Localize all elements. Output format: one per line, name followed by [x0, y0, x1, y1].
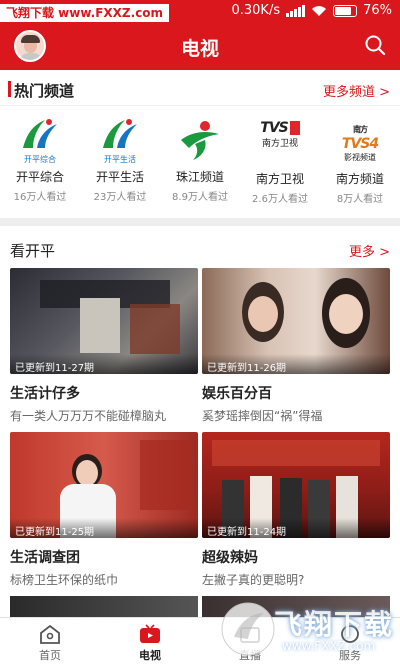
- channel-name: 开平生活: [95, 170, 144, 184]
- watermark-overlay: 飞翔下载 www.FXXZ.com: [210, 597, 400, 663]
- channel-views: 8.9万人看过: [172, 192, 228, 203]
- search-icon[interactable]: [364, 34, 386, 56]
- video-subtitle: 标榜卫生环保的纸巾: [10, 573, 119, 587]
- video-title: 生活调查团: [10, 550, 80, 566]
- channel-list: 开平综合 开平综合 16万人看过 开平生活 开平生活 23万人看过 珠江频道 8…: [0, 112, 400, 218]
- status-right: 0.30K/s 76%: [231, 3, 392, 18]
- section-accent: [8, 81, 11, 97]
- video-title: 娱乐百分百: [202, 386, 272, 402]
- channel-views: 2.6万人看过: [252, 194, 308, 205]
- tab-label: 电视: [139, 649, 161, 662]
- video-thumbnail: 已更新到11-24期: [202, 432, 390, 538]
- update-badge: 已更新到11-26期: [202, 354, 390, 374]
- video-thumbnail: 已更新到11-27期: [10, 268, 198, 374]
- status-bar: 飞翔下载 www.FXXZ.com 0.30K/s 76%: [0, 0, 400, 24]
- hot-channels-header: 热门频道 更多频道 >: [0, 72, 400, 106]
- tab-label: 首页: [39, 649, 61, 662]
- video-subtitle: 有一类人万万万不能碰樟脑丸: [10, 409, 167, 423]
- tvs4-logo-icon: 南方TVS4 影视频道: [341, 125, 379, 162]
- network-speed: 0.30K/s: [231, 3, 281, 18]
- channel-item[interactable]: TVS 南方卫视 南方卫视 2.6万人看过: [240, 112, 320, 218]
- battery-icon: [333, 4, 358, 17]
- channel-views: 23万人看过: [93, 192, 147, 203]
- update-badge: 已更新到11-24期: [202, 518, 390, 538]
- video-card[interactable]: 已更新到11-26期 娱乐百分百 奚梦瑶摔倒因“祸”得福: [202, 268, 390, 424]
- tab-tv[interactable]: 电视: [100, 618, 200, 667]
- channel-name: 南方卫视: [255, 172, 304, 186]
- kaiping-header: 看开平 更多 >: [0, 232, 400, 266]
- watermark-text: 飞翔下载: [274, 608, 395, 641]
- tv-icon: [140, 624, 160, 643]
- channel-item[interactable]: 开平综合 开平综合 16万人看过: [0, 112, 80, 218]
- channel-name: 开平综合: [15, 170, 64, 184]
- video-title: 生活计仔多: [10, 386, 80, 402]
- video-card[interactable]: 已更新到11-25期 生活调查团 标榜卫生环保的纸巾: [10, 432, 198, 588]
- update-badge: 已更新到11-25期: [10, 518, 198, 538]
- more-channels-link[interactable]: 更多频道 >: [323, 81, 390, 100]
- zhujiang-logo-icon: [175, 118, 225, 160]
- video-subtitle: 左撇子真的更聪明?: [202, 573, 305, 587]
- video-thumbnail: 已更新到11-26期: [202, 268, 390, 374]
- app-screen: 飞翔下载 www.FXXZ.com 0.30K/s 76% 电视 热门频道 更多…: [0, 0, 400, 667]
- wifi-icon: [312, 5, 327, 16]
- app-header: 电视: [0, 24, 400, 70]
- channel-name: 珠江频道: [175, 170, 224, 184]
- tvs-logo-icon: TVS 南方卫视: [260, 120, 300, 149]
- video-thumbnail: 已更新到11-25期: [10, 432, 198, 538]
- video-thumbnail-partial[interactable]: [10, 596, 198, 618]
- page-title: 电视: [180, 38, 219, 60]
- channel-views: 8万人看过: [336, 194, 384, 205]
- channel-item[interactable]: 开平生活 开平生活 23万人看过: [80, 112, 160, 218]
- channel-item[interactable]: 珠江频道 8.9万人看过: [160, 112, 240, 218]
- tab-home[interactable]: 首页: [0, 618, 100, 667]
- video-title: 超级辣妈: [202, 550, 258, 566]
- video-subtitle: 奚梦瑶摔倒因“祸”得福: [202, 409, 323, 423]
- more-videos-link[interactable]: 更多 >: [349, 241, 390, 260]
- kaiping-logo-icon: 开平综合: [15, 118, 65, 164]
- hot-channels-title: 热门频道: [14, 82, 75, 100]
- battery-percent: 76%: [363, 3, 392, 18]
- watermark-url: www.FXXZ.com: [282, 639, 376, 653]
- watermark-label: 飞翔下载 www.FXXZ.com: [0, 4, 170, 22]
- kaiping-title: 看开平: [10, 242, 56, 260]
- channel-name: 南方频道: [335, 172, 384, 186]
- video-card[interactable]: 已更新到11-24期 超级辣妈 左撇子真的更聪明?: [202, 432, 390, 588]
- watermark-logo-icon: [221, 602, 275, 656]
- update-badge: 已更新到11-27期: [10, 354, 198, 374]
- channel-item[interactable]: 南方TVS4 影视频道 南方频道 8万人看过: [320, 112, 400, 218]
- video-card[interactable]: 已更新到11-27期 生活计仔多 有一类人万万万不能碰樟脑丸: [10, 268, 198, 424]
- signal-icon: [286, 4, 306, 17]
- home-icon: [40, 624, 60, 644]
- channel-views: 16万人看过: [13, 192, 67, 203]
- kaiping-logo-icon: 开平生活: [95, 118, 145, 164]
- section-divider: [0, 218, 400, 226]
